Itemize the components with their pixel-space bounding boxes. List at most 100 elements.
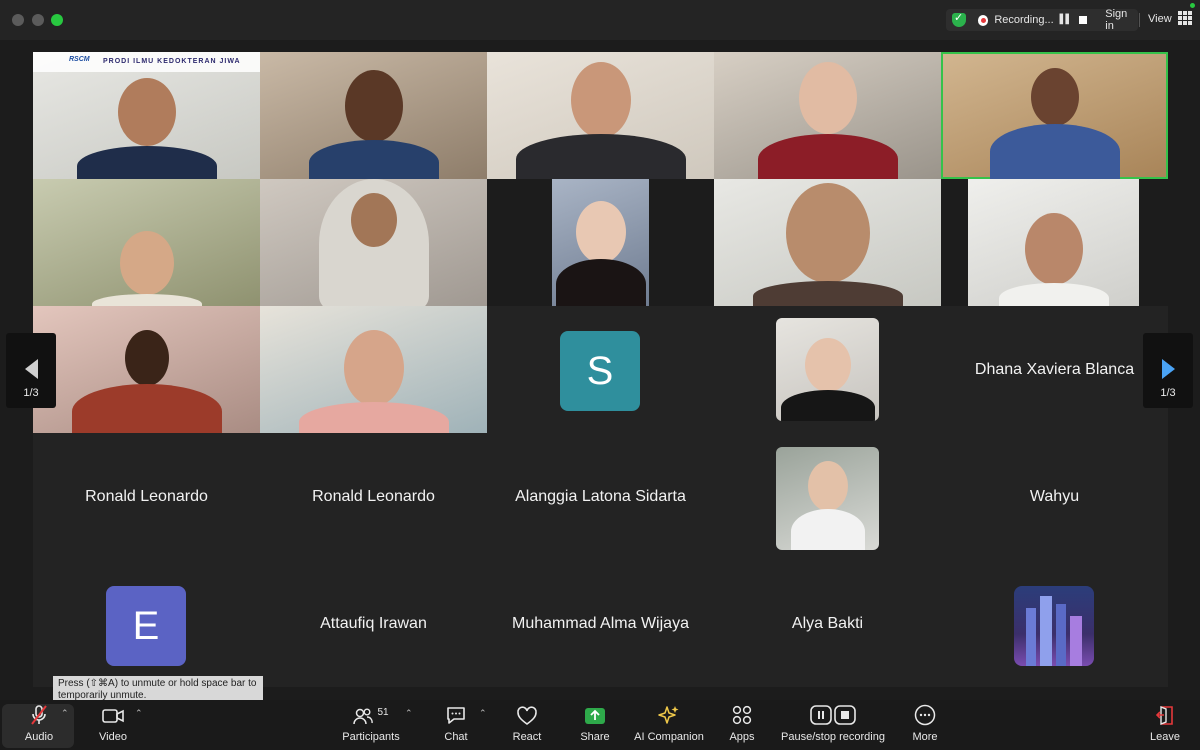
leave-label: Leave — [1150, 731, 1180, 743]
video-button[interactable]: Video — [96, 700, 130, 750]
video-camera-icon — [102, 709, 124, 723]
stop-recording-icon[interactable] — [1079, 16, 1088, 24]
video-frame — [968, 179, 1139, 306]
chevron-left-icon — [25, 359, 38, 379]
previous-page-button[interactable]: 1/3 — [6, 333, 56, 408]
participant-head — [343, 330, 404, 406]
video-tile[interactable] — [260, 52, 487, 179]
video-tile[interactable] — [33, 179, 260, 306]
participant-body — [780, 390, 875, 421]
participant-body — [308, 140, 439, 179]
leave-meeting-button[interactable]: Leave — [1148, 700, 1182, 750]
participant-head — [350, 193, 397, 247]
grid-view-icon[interactable] — [1178, 11, 1192, 25]
participants-options-caret-icon[interactable]: ⌃ — [405, 709, 413, 719]
participant-tile[interactable]: Dhana Xaviera Blanca — [941, 306, 1168, 433]
participant-tile[interactable]: Muhammad Alma Wijaya — [487, 560, 714, 687]
participant-head — [807, 461, 848, 511]
recording-dot-icon — [977, 14, 989, 26]
page-indicator: 1/3 — [23, 387, 39, 399]
participant-name: Attaufiq Irawan — [320, 614, 427, 632]
participant-body — [757, 134, 898, 179]
participant-body — [91, 294, 202, 306]
status-dot — [1190, 3, 1195, 8]
participant-name: Muhammad Alma Wijaya — [512, 614, 689, 632]
participant-head — [785, 183, 870, 283]
participant-name: Alya Bakti — [791, 614, 864, 632]
share-button[interactable]: Share — [578, 700, 612, 750]
chat-options-caret-icon[interactable]: ⌃ — [479, 709, 487, 719]
chat-icon — [447, 707, 465, 724]
chevron-right-icon — [1162, 359, 1175, 379]
chat-button[interactable]: Chat — [440, 700, 472, 750]
video-tile[interactable] — [260, 306, 487, 433]
video-tile[interactable] — [260, 179, 487, 306]
chat-label: Chat — [444, 731, 468, 743]
video-tile[interactable] — [714, 179, 941, 306]
participant-tile[interactable]: Alanggia Latona Sidarta — [487, 433, 714, 560]
participant-head — [117, 78, 176, 146]
participant-body — [989, 124, 1120, 179]
video-tile[interactable] — [714, 52, 941, 179]
participants-label: Participants — [342, 731, 400, 743]
share-label: Share — [580, 731, 610, 743]
react-button[interactable]: React — [510, 700, 544, 750]
minimize-window-button[interactable] — [32, 14, 44, 26]
close-window-button[interactable] — [12, 14, 24, 26]
participant-name: Ronald Leonardo — [312, 487, 435, 505]
shield-icon[interactable] — [952, 11, 966, 27]
participants-icon — [353, 708, 374, 725]
participant-tile[interactable]: S — [487, 306, 714, 433]
video-options-caret-icon[interactable]: ⌃ — [135, 709, 143, 719]
participant-head — [575, 201, 626, 263]
more-button[interactable]: More — [908, 700, 942, 750]
divider — [1139, 13, 1140, 27]
heart-icon — [517, 706, 537, 725]
next-page-button[interactable]: 1/3 — [1143, 333, 1193, 408]
participant-tile[interactable]: Wahyu — [941, 433, 1168, 560]
view-button[interactable]: View — [1148, 13, 1172, 25]
video-tile[interactable] — [33, 306, 260, 433]
sparkle-icon — [658, 706, 679, 724]
participants-button[interactable]: 51 Participants — [340, 700, 402, 750]
banner-text: PRODI ILMU KEDOKTERAN JIWA — [103, 58, 241, 65]
video-tile-active-speaker[interactable] — [941, 52, 1168, 179]
page-indicator: 1/3 — [1160, 387, 1176, 399]
meeting-toolbar: Audio ⌃ Video ⌃ 51 Participants ⌃ Chat ⌃… — [0, 700, 1200, 750]
apps-label: Apps — [729, 731, 755, 743]
participant-count: 51 — [377, 707, 389, 718]
participant-body — [298, 402, 449, 433]
avatar: E — [106, 586, 186, 666]
pause-stop-recording-button[interactable]: Pause/stop recording — [780, 700, 886, 750]
pause-recording-icon[interactable]: ▌▌ — [1060, 15, 1073, 25]
audio-label: Audio — [24, 731, 54, 743]
video-tile[interactable] — [487, 52, 714, 179]
participant-head — [1030, 68, 1079, 126]
participant-name: Alanggia Latona Sidarta — [515, 487, 686, 505]
participant-body — [998, 283, 1109, 306]
participant-head — [798, 62, 857, 134]
participant-tile[interactable] — [714, 306, 941, 433]
participant-tile[interactable]: Ronald Leonardo — [33, 433, 260, 560]
participant-tile[interactable]: Alya Bakti — [714, 560, 941, 687]
sign-in-link[interactable]: Sign in — [1105, 8, 1138, 32]
fullscreen-window-button[interactable] — [51, 14, 63, 26]
apps-button[interactable]: Apps — [726, 700, 758, 750]
video-tile[interactable] — [941, 179, 1168, 306]
participant-body — [790, 509, 865, 550]
participant-tile[interactable] — [941, 560, 1168, 687]
ai-companion-button[interactable]: AI Companion — [632, 700, 706, 750]
audio-options-caret-icon[interactable]: ⌃ — [61, 709, 69, 719]
video-label: Video — [99, 731, 127, 743]
participant-name: Wahyu — [1029, 487, 1080, 505]
audio-button[interactable]: Audio — [22, 700, 56, 750]
participant-body — [752, 281, 903, 306]
video-tile[interactable] — [487, 179, 714, 306]
participant-name: Dhana Xaviera Blanca — [974, 360, 1135, 378]
participant-tile[interactable] — [714, 433, 941, 560]
participant-tile[interactable]: E — [33, 560, 260, 687]
participant-tile[interactable]: Ronald Leonardo — [260, 433, 487, 560]
video-tile[interactable]: RSCM PRODI ILMU KEDOKTERAN JIWA — [33, 52, 260, 179]
participant-tile[interactable]: Attaufiq Irawan — [260, 560, 487, 687]
participant-body — [515, 134, 686, 179]
